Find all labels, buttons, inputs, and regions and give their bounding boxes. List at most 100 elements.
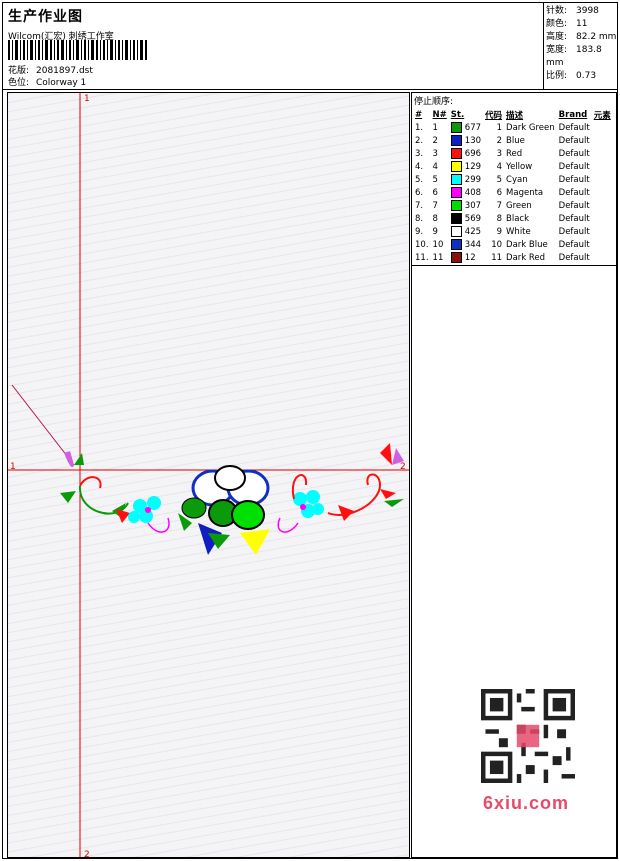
stitch-count: 130 — [449, 134, 483, 147]
color-code: 4 — [496, 161, 503, 172]
stitch-value: 408 — [464, 188, 482, 198]
thread-brand: Default — [558, 187, 590, 198]
header-divider — [543, 3, 544, 89]
stitch-value: 425 — [464, 227, 482, 237]
element-cell — [592, 134, 613, 147]
stitch-value: 299 — [464, 175, 482, 185]
stop-sequence-rows: 1. 1 677 1 Dark Green Default 2. 2 130 2 Blue Defau… — [413, 121, 613, 264]
header-left: 生产作业图 Wilcom(汇宏) 刺绣工作室 花版: 2081897.dst 色… — [8, 6, 538, 90]
row-index: 1. — [415, 122, 424, 133]
color-description: White — [506, 226, 531, 237]
stitch-value: 344 — [464, 240, 482, 250]
axis-label-bottom: 2 — [84, 850, 90, 858]
scale-label: 比例: — [546, 71, 568, 81]
color-swatch — [450, 200, 462, 211]
design-file: 2081897.dst — [36, 66, 93, 76]
stitch-value: 307 — [464, 201, 482, 211]
color-swatch — [450, 239, 462, 250]
color-description: Dark Green — [506, 122, 555, 133]
stop-row: 6. 6 408 6 Magenta Default — [413, 186, 613, 199]
design-meta: 花版: 2081897.dst 色位: Colorway 1 — [8, 65, 93, 89]
row-index: 9. — [415, 226, 424, 237]
design-canvas: 1 2 1 2 — [7, 92, 410, 858]
element-cell — [592, 186, 613, 199]
element-cell — [592, 121, 613, 134]
header-rule — [3, 89, 617, 90]
scale-value: 0.73 — [576, 71, 597, 81]
stop-row: 5. 5 299 5 Cyan Default — [413, 173, 613, 186]
needle-number: 9 — [432, 226, 438, 237]
needle-number: 1 — [432, 122, 438, 133]
height-label: 高度: — [546, 32, 568, 42]
row-index: 10. — [415, 239, 429, 250]
element-cell — [592, 212, 613, 225]
needle-number: 11 — [432, 252, 444, 263]
column-header: N# — [432, 109, 447, 120]
color-swatch — [450, 148, 462, 159]
stitch-count: 12 — [449, 251, 483, 264]
stitch-value: 12 — [464, 253, 476, 263]
color-swatch — [450, 174, 462, 185]
watermark-qr: 6xiu.com — [473, 683, 588, 818]
color-description: Red — [506, 148, 523, 159]
qr-code — [481, 689, 575, 783]
colorway-label: 色位: — [8, 78, 30, 88]
element-cell — [592, 199, 613, 212]
color-code: 11 — [491, 252, 503, 263]
axis-label-right: 2 — [400, 462, 406, 472]
stop-row: 1. 1 677 1 Dark Green Default — [413, 121, 613, 134]
column-header: 元素 — [593, 110, 611, 121]
color-code: 6 — [496, 187, 503, 198]
thread-brand: Default — [558, 252, 590, 263]
left-cyan-flower — [128, 496, 161, 523]
column-header: 代码 — [485, 110, 503, 121]
right-magenta-swirl — [277, 517, 299, 533]
thread-brand: Default — [558, 135, 590, 146]
stop-row: 7. 7 307 7 Green Default — [413, 199, 613, 212]
thread-brand: Default — [558, 226, 590, 237]
colors-value: 11 — [576, 19, 588, 29]
column-header: St. — [450, 109, 465, 120]
element-cell — [592, 225, 613, 238]
stop-row: 8. 8 569 8 Black Default — [413, 212, 613, 225]
column-header: 描述 — [506, 110, 524, 121]
stitch-value: 696 — [464, 149, 482, 159]
thread-brand: Default — [558, 148, 590, 159]
height-value: 82.2 mm — [576, 32, 617, 42]
row-index: 6. — [415, 187, 424, 198]
stop-sequence-heading: 停止顺序: — [414, 97, 454, 107]
production-sheet: 生产作业图 Wilcom(汇宏) 刺绣工作室 花版: 2081897.dst 色… — [2, 2, 618, 859]
needle-number: 4 — [432, 161, 438, 172]
stop-row: 4. 4 129 4 Yellow Default — [413, 160, 613, 173]
row-index: 7. — [415, 200, 424, 211]
row-index: 5. — [415, 174, 424, 185]
stop-row: 2. 2 130 2 Blue Default — [413, 134, 613, 147]
stop-row: 11. 11 12 11 Dark Red Default — [413, 251, 613, 264]
color-description: Dark Red — [506, 252, 546, 263]
axis-label-left: 1 — [10, 462, 16, 472]
needle-number: 2 — [432, 135, 438, 146]
stitch-value: 569 — [464, 214, 482, 224]
stitch-value: 130 — [464, 136, 482, 146]
color-code: 7 — [496, 200, 503, 211]
stitch-count: 569 — [449, 212, 483, 225]
row-index: 2. — [415, 135, 424, 146]
needle-number: 6 — [432, 187, 438, 198]
element-cell — [592, 173, 613, 186]
element-cell — [592, 238, 613, 251]
color-code: 8 — [496, 213, 503, 224]
colorway-value: Colorway 1 — [36, 78, 87, 88]
row-index: 8. — [415, 213, 424, 224]
thread-brand: Default — [558, 213, 590, 224]
stop-row: 3. 3 696 3 Red Default — [413, 147, 613, 160]
stitches-value: 3998 — [576, 6, 599, 16]
stitches-label: 针数: — [546, 6, 568, 16]
needle-number: 10 — [432, 239, 444, 250]
thread-brand: Default — [558, 200, 590, 211]
barcode — [8, 40, 147, 60]
stop-sequence-table: # N# St. 代码 描述 Brand 元素 1. 1 677 1 Dark Green Defau… — [413, 108, 613, 264]
element-cell — [592, 147, 613, 160]
needle-number: 7 — [432, 200, 438, 211]
color-description: Yellow — [506, 161, 533, 172]
column-header: # — [415, 109, 423, 120]
